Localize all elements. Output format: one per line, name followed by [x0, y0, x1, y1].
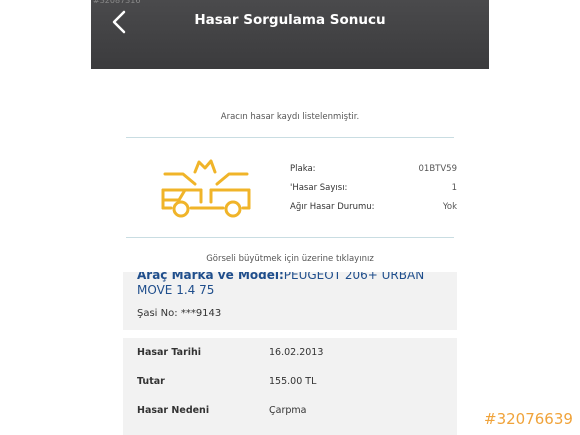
- amount-label: Tutar: [137, 376, 165, 387]
- divider-top: [126, 137, 454, 138]
- heavy-damage-label: Ağır Hasar Durumu:: [290, 202, 375, 212]
- damage-date-value: 16.02.2013: [269, 347, 324, 358]
- damaged-car-icon: [161, 159, 251, 218]
- damage-count-label: 'Hasar Sayısı:: [290, 183, 348, 193]
- damage-detail-card: Hasar Tarihi 16.02.2013 Tutar 155.00 TL …: [123, 338, 457, 435]
- zoom-hint: Görseli büyütmek için üzerine tıklayınız: [206, 254, 374, 264]
- app-header: #32087316 Hasar Sorgulama Sonucu: [91, 0, 489, 69]
- plate-label: Plaka:: [290, 164, 316, 174]
- divider-bottom: [126, 237, 454, 238]
- vehicle-model-label: Araç Marka ve Model:: [137, 272, 284, 282]
- page: #32087316 Hasar Sorgulama Sonucu Aracın …: [0, 0, 580, 435]
- header-watermark: #32087316: [93, 0, 141, 5]
- heavy-damage-value: Yok: [442, 202, 457, 212]
- damage-reason-value: Çarpma: [269, 405, 307, 416]
- app-screen: #32087316 Hasar Sorgulama Sonucu Aracın …: [91, 0, 489, 435]
- page-title: Hasar Sorgulama Sonucu: [194, 12, 386, 28]
- listing-id-badge: #32076639: [484, 410, 573, 428]
- chassis-value: ***9143: [180, 308, 222, 319]
- damage-date-label: Hasar Tarihi: [137, 347, 202, 358]
- vehicle-card: Araç Marka ve Model:PEUGEOT 206+ URBAN M…: [123, 272, 457, 330]
- damage-count-value: 1: [451, 183, 457, 193]
- result-message: Aracın hasar kaydı listelenmiştir.: [220, 112, 360, 122]
- damage-image-button[interactable]: [161, 158, 251, 220]
- chassis-label: Şasi No:: [137, 308, 178, 319]
- amount-value: 155.00 TL: [269, 376, 317, 387]
- chassis-number: Şasi No: ***9143: [137, 308, 221, 319]
- damage-reason-label: Hasar Nedeni: [137, 405, 210, 416]
- plate-value: 01BTV59: [418, 164, 457, 174]
- vehicle-model: Araç Marka ve Model:PEUGEOT 206+ URBAN M…: [137, 272, 447, 298]
